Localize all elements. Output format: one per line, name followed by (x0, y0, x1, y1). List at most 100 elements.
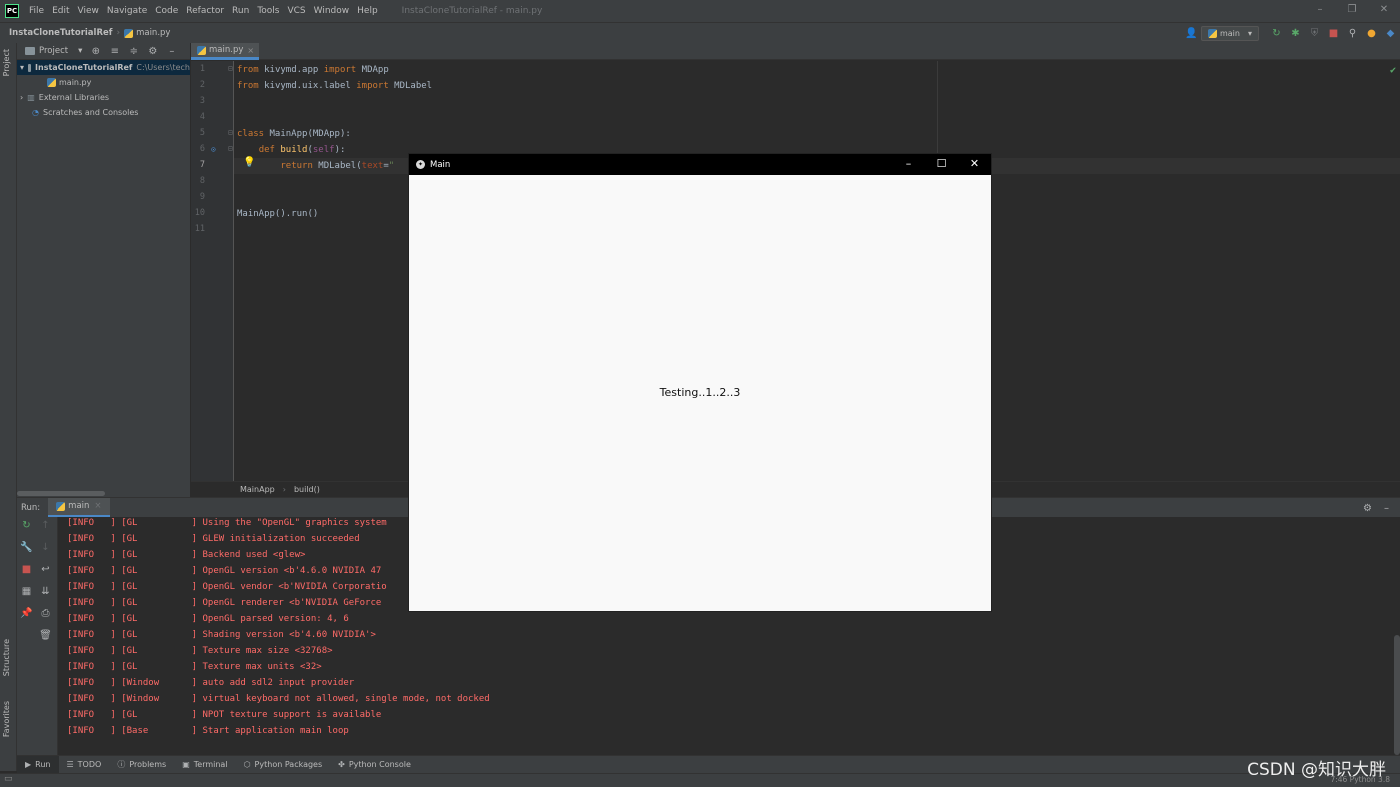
hide-icon[interactable]: – (162, 46, 181, 57)
editor-tab-bar: main.py × (191, 43, 1400, 60)
inspection-ok-icon[interactable]: ✔ (1390, 65, 1396, 76)
minimize-button[interactable]: – (1304, 0, 1336, 22)
maximize-button[interactable]: ☐ (925, 154, 958, 175)
code-text: MDLabel (388, 81, 433, 91)
menu-vcs[interactable]: VCS (283, 6, 309, 16)
close-icon[interactable]: × (247, 46, 254, 55)
code-keyword: class (237, 129, 265, 139)
stop-icon[interactable]: ■ (17, 564, 36, 583)
tool-tab-problems[interactable]: ⓘ Problems (109, 756, 174, 774)
tool-tab-terminal[interactable]: ▣ Terminal (174, 756, 235, 774)
log-line: [INFO ] [Window ] virtual keyboard not a… (67, 691, 490, 707)
breadcrumb-project[interactable]: InstaCloneTutorialRef (9, 28, 112, 38)
tree-item-external-libraries[interactable]: › ▥ External Libraries (17, 90, 190, 105)
run-tab-main[interactable]: main × (48, 497, 110, 518)
plugin-icon[interactable]: ◆ (1381, 28, 1400, 39)
tree-item-project-root[interactable]: ▾ InstaCloneTutorialRef C:\Users\tech (17, 60, 190, 75)
override-marker-icon[interactable]: ⊙ (211, 145, 216, 154)
restore-button[interactable]: ❐ (1336, 0, 1368, 22)
tree-item-scratches[interactable]: ◔ Scratches and Consoles (17, 105, 190, 120)
layout-icon[interactable]: ▦ (17, 586, 36, 605)
console-scrollbar[interactable] (1394, 635, 1400, 755)
tool-tab-python-console[interactable]: ✤ Python Console (330, 756, 419, 774)
user-icon[interactable]: 👤 (1182, 28, 1201, 39)
line-number: 8 (199, 176, 205, 186)
breadcrumb-separator: › (282, 485, 286, 494)
tool-tab-python-packages[interactable]: ⬡ Python Packages (236, 756, 331, 774)
run-configuration-select[interactable]: main ▾ (1200, 26, 1259, 41)
log-level: [INFO ] (67, 582, 116, 592)
debug-icon[interactable]: ✱ (1286, 28, 1305, 39)
chevron-right-icon: › (20, 93, 24, 102)
kivy-title-bar[interactable]: ✦ Main – ☐ ✕ (409, 154, 991, 175)
fold-icon[interactable]: ⊟ (228, 144, 233, 153)
tab-main-py[interactable]: main.py × (191, 43, 259, 60)
menu-edit[interactable]: Edit (48, 6, 73, 16)
collapse-all-icon[interactable]: ≑ (124, 46, 143, 57)
close-button[interactable]: ✕ (1368, 0, 1400, 22)
breadcrumb-method[interactable]: build() (294, 485, 320, 494)
log-message: OpenGL renderer <b'NVIDIA GeForce (202, 598, 382, 608)
run-tab-label: main (68, 501, 90, 511)
run-toolbar-secondary: ↑ ↓ ↩ ⇊ ⎙ 🗑 (36, 517, 58, 755)
menu-file[interactable]: File (25, 6, 48, 16)
tool-tab-run[interactable]: ▶ Run (17, 755, 59, 774)
rerun-icon[interactable]: ↻ (1267, 28, 1286, 39)
code-function: build (280, 145, 308, 155)
stop-icon[interactable]: ■ (1324, 28, 1343, 39)
rerun-icon[interactable]: ↻ (17, 520, 36, 539)
project-view-dropdown[interactable]: Project ▾ (25, 46, 82, 56)
trash-icon[interactable]: 🗑 (36, 630, 55, 649)
project-icon (25, 47, 35, 55)
close-button[interactable]: ✕ (958, 154, 991, 175)
log-category: [GL ] (121, 710, 198, 720)
wrench-icon[interactable]: 🔧 (17, 542, 36, 561)
close-icon[interactable]: × (94, 501, 101, 511)
pin-icon[interactable]: 📌 (17, 608, 36, 627)
gear-icon[interactable]: ⚙ (1358, 503, 1377, 514)
log-line: [INFO ] [GL ] OpenGL version <b'4.6.0 NV… (67, 563, 381, 579)
breadcrumb-file[interactable]: main.py (124, 28, 170, 38)
log-message: Start application main loop (202, 726, 349, 736)
gear-icon[interactable]: ⚙ (143, 46, 162, 57)
menu-run[interactable]: Run (228, 6, 253, 16)
expand-all-icon[interactable]: ≡ (105, 46, 124, 57)
menu-help[interactable]: Help (353, 6, 382, 16)
coverage-icon[interactable]: ⛨ (1305, 28, 1324, 39)
tree-item-main-py[interactable]: main.py (17, 75, 190, 90)
log-level: [INFO ] (67, 630, 116, 640)
menu-view[interactable]: View (74, 6, 103, 16)
arrow-down-icon[interactable]: ↓ (36, 542, 55, 561)
hide-icon[interactable]: – (1377, 503, 1396, 514)
menu-tools[interactable]: Tools (253, 6, 283, 16)
log-line: [INFO ] [GL ] Backend used <glew> (67, 547, 305, 563)
list-icon: ☰ (66, 760, 74, 769)
tool-tab-todo[interactable]: ☰ TODO (59, 756, 110, 774)
layout-icon[interactable]: ▭ (4, 774, 13, 784)
print-icon[interactable]: ⎙ (36, 608, 55, 627)
project-tool-tab[interactable]: Project (2, 49, 11, 76)
log-level: [INFO ] (67, 518, 116, 528)
fold-icon[interactable]: ⊟ (228, 64, 233, 73)
scrollbar-thumb[interactable] (17, 491, 105, 496)
minimize-button[interactable]: – (892, 154, 925, 175)
arrow-up-icon[interactable]: ↑ (36, 520, 55, 539)
soft-wrap-icon[interactable]: ↩ (36, 564, 55, 583)
project-horizontal-scrollbar[interactable] (17, 489, 191, 497)
menu-navigate[interactable]: Navigate (103, 6, 151, 16)
menu-code[interactable]: Code (151, 6, 182, 16)
menu-window[interactable]: Window (310, 6, 354, 16)
locate-icon[interactable]: ⊕ (86, 46, 105, 57)
left-tool-stripe: Project Structure Favorites (0, 43, 17, 771)
lightbulb-icon[interactable]: 💡 (243, 157, 255, 168)
favorites-tool-tab[interactable]: Favorites (2, 701, 11, 737)
fold-icon[interactable]: ⊟ (228, 128, 233, 137)
scroll-to-end-icon[interactable]: ⇊ (36, 586, 55, 605)
menu-refactor[interactable]: Refactor (182, 6, 228, 16)
search-icon[interactable]: ⚲ (1343, 28, 1362, 39)
update-icon[interactable]: ● (1362, 28, 1381, 39)
structure-tool-tab[interactable]: Structure (2, 639, 11, 676)
tool-tab-label: Python Console (348, 760, 411, 769)
run-label: Run: (21, 502, 41, 513)
breadcrumb-class[interactable]: MainApp (240, 485, 275, 494)
